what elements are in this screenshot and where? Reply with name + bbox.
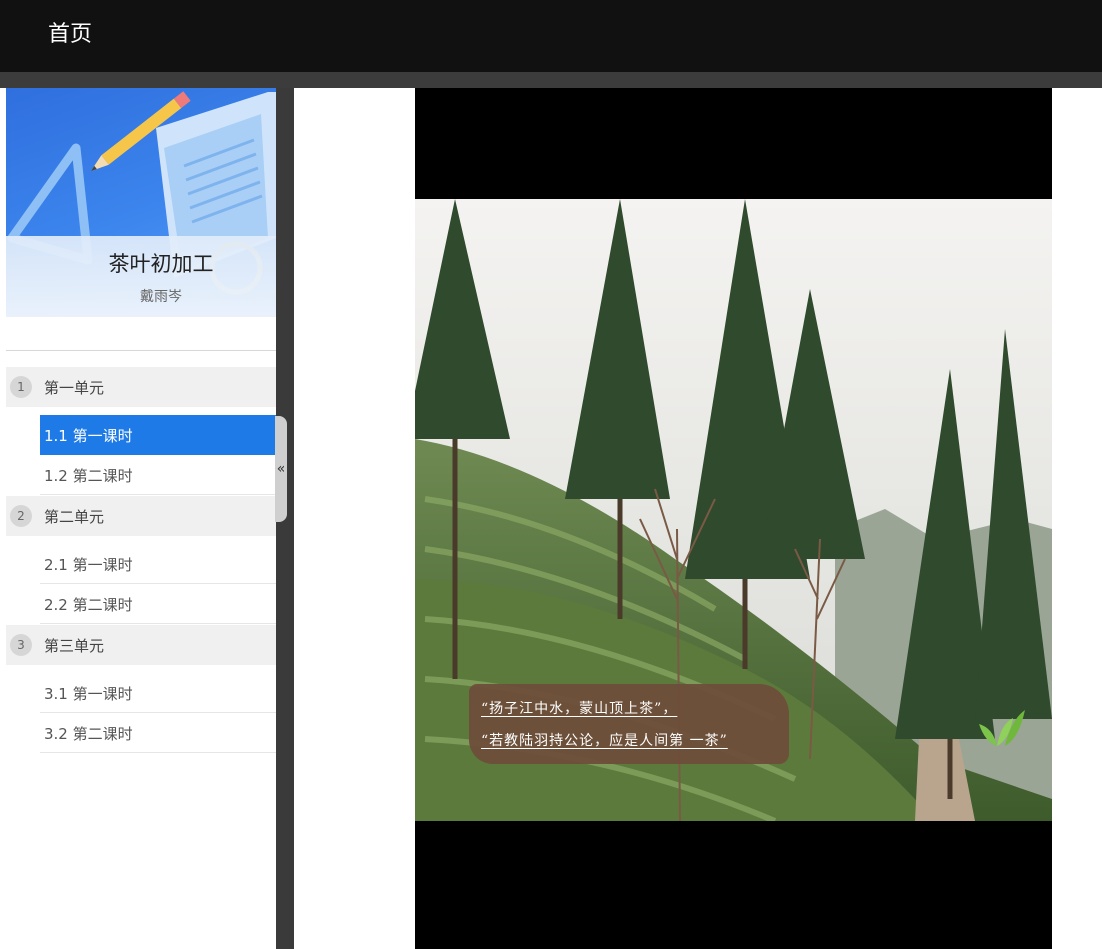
unit-label: 第二单元 (44, 508, 105, 526)
unit-item-2[interactable]: 2 第二单元 (6, 496, 276, 536)
lesson-item-1-2[interactable]: 1.2 第二课时 (40, 455, 276, 495)
unit-number-badge: 1 (10, 376, 32, 398)
sidebar: 茶叶初加工 戴雨岑 1 第一单元 1.1 第一课时 1.2 第二课时 2 第二单… (0, 88, 276, 949)
lesson-item-1-1[interactable]: 1.1 第一课时 (40, 415, 276, 455)
course-title: 茶叶初加工 (108, 252, 214, 276)
unit-item-3[interactable]: 3 第三单元 (6, 625, 276, 665)
tea-leaf-logo-icon (979, 710, 1025, 746)
lesson-label: 1.1 第一课时 (44, 427, 133, 445)
caption-line: “扬子江中水，蒙山顶上茶”， (481, 701, 678, 717)
lesson-label: 3.2 第二课时 (44, 725, 133, 743)
unit-number-badge: 2 (10, 505, 32, 527)
lesson-item-2-1[interactable]: 2.1 第一课时 (40, 544, 276, 584)
caption-line: “若教陆羽持公论，应是人间第 一茶” (481, 733, 728, 749)
unit-label: 第三单元 (44, 637, 105, 655)
home-link[interactable]: 首页 (48, 16, 92, 48)
content-area: “扬子江中水，蒙山顶上茶”， “若教陆羽持公论，应是人间第 一茶” (294, 88, 1102, 949)
unit-label: 第一单元 (44, 379, 105, 397)
sidebar-divider (6, 350, 276, 351)
lesson-item-2-2[interactable]: 2.2 第二课时 (40, 584, 276, 624)
course-banner: 茶叶初加工 戴雨岑 (6, 88, 276, 317)
unit-item-1[interactable]: 1 第一单元 (6, 367, 276, 407)
header-divider (0, 72, 1102, 88)
video-caption: “扬子江中水，蒙山顶上茶”， “若教陆羽持公论，应是人间第 一茶” (469, 684, 789, 764)
lesson-item-3-2[interactable]: 3.2 第二课时 (40, 713, 276, 753)
video-player[interactable]: “扬子江中水，蒙山顶上茶”， “若教陆羽持公论，应是人间第 一茶” (415, 88, 1052, 949)
course-teacher: 戴雨岑 (140, 289, 182, 305)
unit-number-badge: 3 (10, 634, 32, 656)
lesson-label: 1.2 第二课时 (44, 467, 133, 485)
lesson-label: 2.1 第一课时 (44, 556, 133, 574)
lesson-item-3-1[interactable]: 3.1 第一课时 (40, 673, 276, 713)
lesson-label: 3.1 第一课时 (44, 685, 133, 703)
lesson-label: 2.2 第二课时 (44, 596, 133, 614)
collapse-sidebar-button[interactable]: « (275, 416, 287, 522)
top-bar: 首页 (0, 0, 1102, 72)
